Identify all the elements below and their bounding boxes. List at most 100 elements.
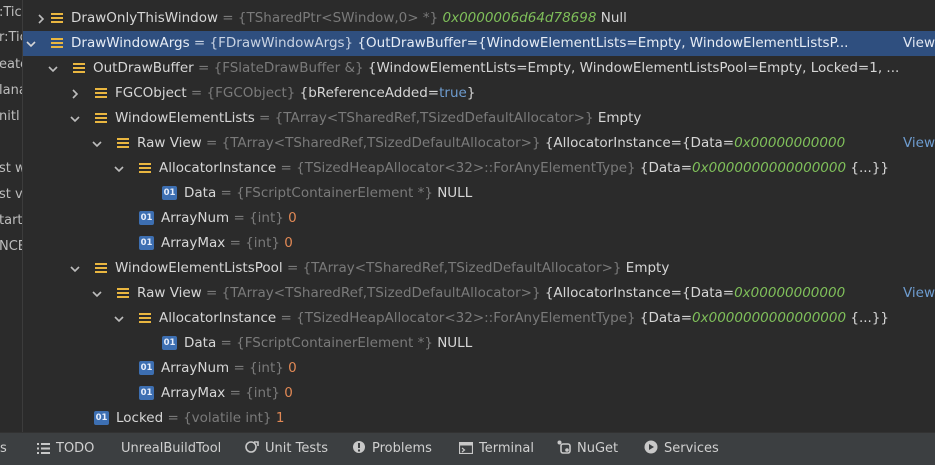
variable-value: {AllocatorInstance={Data= [540,285,735,301]
variable-address: 0x0000000000000000 [692,310,847,326]
tool-tab-unreal-build-tool[interactable]: UnrealBuildTool [121,433,221,465]
variable-type: {FDrawWindowArgs} [209,35,354,51]
variable-type: {TArray<TSharedRef,TSizedDefaultAllocato… [221,135,541,151]
variable-value: Null [596,10,627,26]
variable-type: {FScriptContainerElement *} [236,185,433,201]
variable-label: Data = {FScriptContainerElement *} NULL [184,181,935,206]
variable-type: {int} [249,360,284,376]
tree-row-allocator-instance[interactable]: AllocatorInstance = {TSizedHeapAllocator… [23,156,935,181]
variable-value-end: {...}} [846,160,889,176]
tree-row-raw-view[interactable]: Raw View = {TArray<TSharedRef,TSizedDefa… [23,131,935,156]
field-icon [138,312,152,325]
tree-row-array-max[interactable]: 01 ArrayMax = {int} 0 [23,381,935,406]
gutter-text: nitl [0,109,20,124]
equals-sign: = [229,210,250,226]
tool-tab-label: TODO [56,441,95,456]
variable-address: 0x0000000000000000 [692,160,847,176]
chevron-down-icon[interactable] [25,31,37,56]
chevron-down-icon[interactable] [113,156,125,181]
equals-sign: = [216,185,237,201]
tree-row-draw-window-args[interactable]: DrawWindowArgs = {FDrawWindowArgs} {OutD… [23,31,935,56]
gutter-text: tart [0,213,23,228]
tool-tab-services[interactable]: Services [644,433,719,465]
field-icon [94,112,108,125]
primitive-value-icon: 01 [139,386,154,400]
chevron-right-icon[interactable] [69,81,81,106]
tool-tab-label: Problems [372,441,432,456]
equals-sign: = [225,385,246,401]
view-link[interactable]: View [898,281,935,306]
tool-tab-partial[interactable]: s [0,433,7,465]
variable-name: Raw View [137,135,202,151]
primitive-value-icon: 01 [139,361,154,375]
variable-name: ArrayNum [161,210,230,226]
equals-sign: = [218,10,238,26]
tree-row-out-draw-buffer[interactable]: OutDrawBuffer = {FSlateDrawBuffer &} {Wi… [23,56,935,81]
field-icon [50,12,64,25]
view-link[interactable]: View [898,31,935,56]
chevron-right-icon[interactable] [35,6,47,31]
tree-row-locked[interactable]: 01 Locked = {volatile int} 1 [23,406,935,431]
variable-value-end: {...}} [846,310,889,326]
tree-row-array-num[interactable]: 01 ArrayNum = {int} 0 [23,356,935,381]
variable-label: DrawOnlyThisWindow = {TSharedPtr<SWindow… [71,6,935,31]
tool-tab-unit-tests[interactable]: Unit Tests [245,433,328,465]
chevron-down-icon[interactable] [69,256,81,281]
variable-value: {bReferenceAdded= [295,85,440,101]
variable-address: 0x0000006d64d78698 [442,10,597,26]
debugger-variables-tree[interactable]: DrawOnlyThisWindow = {TSharedPtr<SWindow… [23,0,935,432]
field-icon [94,87,108,100]
variable-type: {FGCObject} [206,85,296,101]
tree-row-allocator-instance[interactable]: AllocatorInstance = {TSizedHeapAllocator… [23,306,935,331]
problems-icon [353,441,365,453]
variable-type: {TSizedHeapAllocator<32>::ForAnyElementT… [296,160,636,176]
variable-label: Locked = {volatile int} 1 [116,406,935,431]
equals-sign: = [163,410,184,426]
variable-name: ArrayMax [161,235,226,251]
tree-row-data[interactable]: 01 Data = {FScriptContainerElement *} NU… [23,181,935,206]
tool-tab-nuget[interactable]: NuGet [557,433,618,465]
variable-value: {AllocatorInstance={Data= [540,135,735,151]
variable-label: ArrayNum = {int} 0 [161,206,935,231]
chevron-down-icon[interactable] [69,106,81,131]
variable-value-end: } [466,85,476,101]
chevron-down-icon[interactable] [91,131,103,156]
variable-label: WindowElementListsPool = {TArray<TShared… [115,256,935,281]
equals-sign: = [201,135,222,151]
tree-row-draw-only-this-window[interactable]: DrawOnlyThisWindow = {TSharedPtr<SWindow… [23,6,935,31]
chevron-down-icon[interactable] [91,281,103,306]
field-icon [116,287,130,300]
equals-sign: = [276,310,297,326]
tree-row-window-element-lists[interactable]: WindowElementLists = {TArray<TSharedRef,… [23,106,935,131]
tree-row-raw-view[interactable]: Raw View = {TArray<TSharedRef,TSizedDefa… [23,281,935,306]
variable-value: {OutDrawBuffer={WindowElementLists=Empty… [353,35,849,51]
view-link[interactable]: View [898,131,935,156]
equals-sign: = [282,260,303,276]
tree-row-window-element-lists-pool[interactable]: WindowElementListsPool = {TArray<TShared… [23,256,935,281]
tree-row-fgc-object[interactable]: FGCObject = {FGCObject} {bReferenceAdded… [23,81,935,106]
variable-value: Empty [593,110,642,126]
primitive-value-icon: 01 [94,411,109,425]
tool-window-bar: s TODO UnrealBuildTool Unit Tests Proble… [0,432,935,465]
tool-tab-terminal[interactable]: Terminal [458,433,534,465]
tool-tab-todo[interactable]: TODO [37,433,94,465]
field-icon [116,137,130,150]
tree-row-data[interactable]: 01 Data = {FScriptContainerElement *} NU… [23,331,935,356]
gutter-text: r:Tic [0,30,22,45]
variable-name: FGCObject [115,85,187,101]
variable-name: DrawWindowArgs [71,35,190,51]
variable-type: {TArray<TSharedRef,TSizedDefaultAllocato… [302,260,622,276]
tree-row-array-num[interactable]: 01 ArrayNum = {int} 0 [23,206,935,231]
variable-name: AllocatorInstance [159,310,277,326]
gutter-text: :Tic [0,5,22,20]
chevron-down-icon[interactable] [113,306,125,331]
tree-row-array-max[interactable]: 01 ArrayMax = {int} 0 [23,231,935,256]
variable-name: ArrayNum [161,360,230,376]
tool-tab-label: s [0,441,7,456]
primitive-value-icon: 01 [139,236,154,250]
equals-sign: = [225,235,246,251]
tool-tab-problems[interactable]: Problems [352,433,432,465]
tool-tab-label: Services [664,441,719,456]
variable-name: Data [184,185,217,201]
chevron-down-icon[interactable] [47,56,59,81]
